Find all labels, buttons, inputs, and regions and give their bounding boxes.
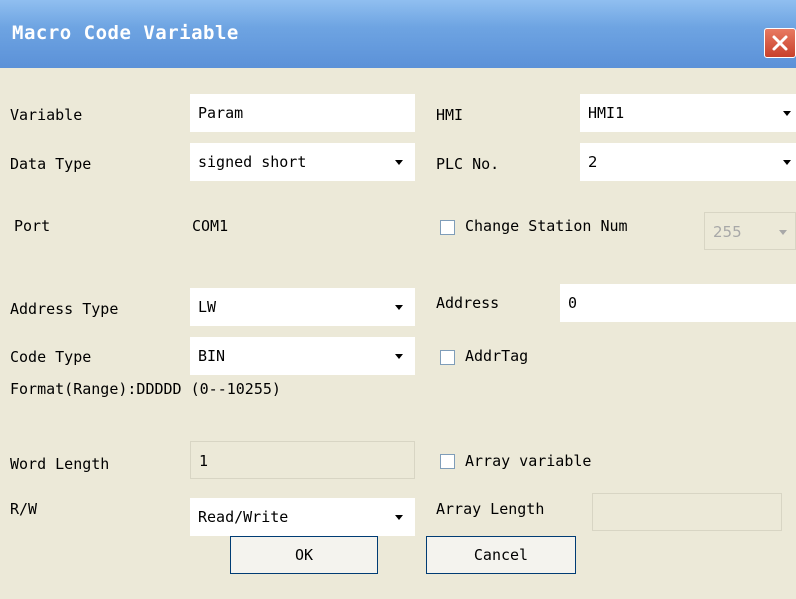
plc-no-value: 2 [588, 153, 598, 171]
format-range-text: Format(Range):DDDDD (0--10255) [10, 380, 281, 398]
chevron-down-icon [783, 160, 791, 165]
chevron-down-icon [783, 111, 791, 116]
title-bar[interactable]: Macro Code Variable [0, 0, 796, 68]
station-num-select: 255 [704, 212, 796, 250]
rw-value: Read/Write [198, 508, 289, 526]
hmi-value: HMI1 [588, 104, 625, 122]
address-type-label: Address Type [10, 300, 119, 318]
array-length-label: Array Length [436, 500, 545, 518]
address-type-select[interactable]: LW [190, 288, 415, 326]
array-length-input [592, 493, 782, 531]
array-variable-label: Array variable [465, 452, 592, 470]
chevron-down-icon [395, 354, 403, 359]
change-station-checkbox[interactable] [440, 220, 455, 235]
address-label: Address [436, 294, 500, 312]
macro-code-variable-dialog: Macro Code Variable Variable Param HMI H… [0, 0, 796, 599]
variable-value: Param [198, 104, 244, 122]
change-station-label: Change Station Num [465, 217, 628, 235]
chevron-down-icon [395, 305, 403, 310]
code-type-select[interactable]: BIN [190, 337, 415, 375]
variable-label: Variable [10, 106, 83, 124]
word-length-input: 1 [190, 441, 415, 479]
code-type-label: Code Type [10, 348, 92, 366]
array-variable-checkbox[interactable] [440, 454, 455, 469]
word-length-label: Word Length [10, 455, 110, 473]
address-input[interactable]: 0 [560, 284, 796, 322]
word-length-value: 1 [199, 452, 209, 470]
chevron-down-icon [395, 160, 403, 165]
chevron-down-icon [779, 230, 787, 235]
port-label: Port [14, 217, 51, 235]
hmi-select[interactable]: HMI1 [580, 94, 796, 132]
close-icon [772, 35, 788, 51]
code-type-value: BIN [198, 347, 226, 365]
close-button[interactable] [764, 28, 796, 58]
data-type-value: signed short [198, 153, 307, 171]
rw-select[interactable]: Read/Write [190, 498, 415, 536]
address-type-value: LW [198, 298, 217, 316]
port-value: COM1 [192, 217, 229, 235]
variable-input[interactable]: Param [190, 94, 415, 132]
station-num-value: 255 [713, 223, 742, 241]
ok-button[interactable]: OK [230, 536, 378, 574]
hmi-label: HMI [436, 106, 464, 124]
addr-tag-checkbox[interactable] [440, 350, 455, 365]
chevron-down-icon [395, 515, 403, 520]
plc-no-select[interactable]: 2 [580, 143, 796, 181]
address-value: 0 [568, 294, 578, 312]
data-type-label: Data Type [10, 155, 92, 173]
addr-tag-label: AddrTag [465, 347, 529, 365]
cancel-button[interactable]: Cancel [426, 536, 576, 574]
rw-label: R/W [10, 500, 38, 518]
plc-no-label: PLC No. [436, 155, 500, 173]
data-type-select[interactable]: signed short [190, 143, 415, 181]
window-title: Macro Code Variable [12, 22, 239, 44]
